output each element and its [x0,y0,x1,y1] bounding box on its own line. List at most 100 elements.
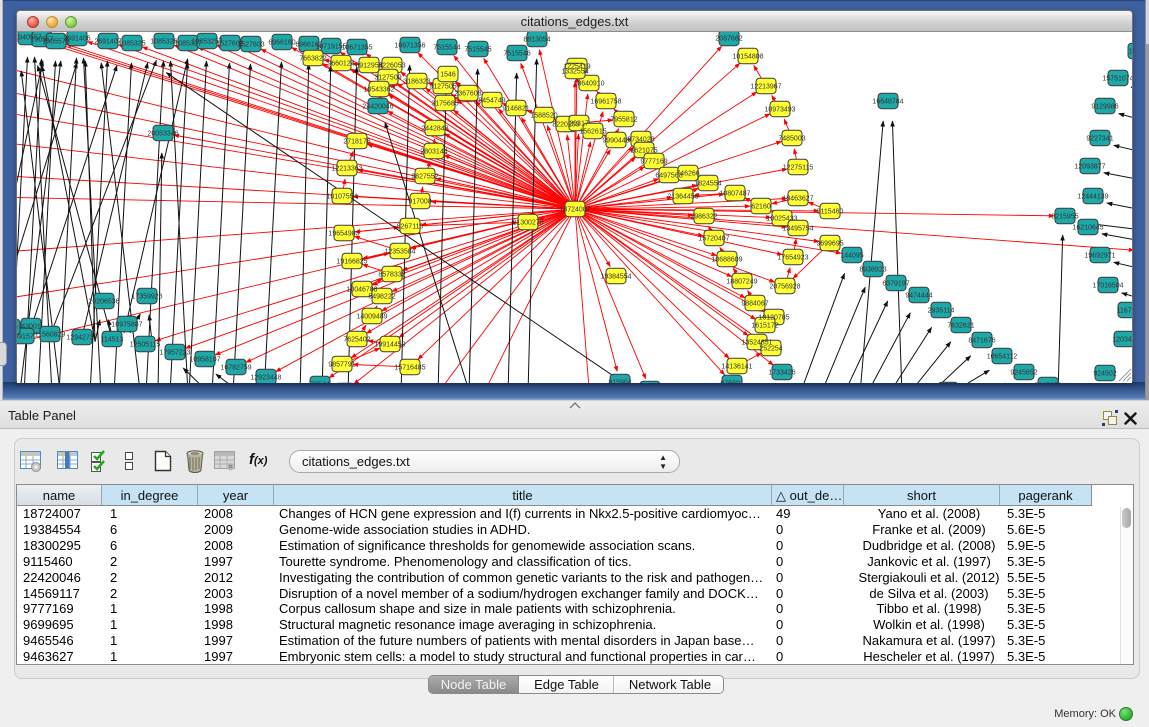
svg-text:24420046: 24420046 [362,104,393,111]
svg-text:18724007: 18724007 [559,207,590,214]
svg-text:10671356: 10671356 [394,43,425,50]
svg-text:3186323: 3186323 [403,79,430,86]
svg-text:8454749: 8454749 [478,98,505,105]
svg-text:252254: 252254 [759,346,782,353]
svg-text:8578332: 8578332 [378,272,405,279]
svg-text:7625402: 7625402 [343,337,370,344]
svg-text:8813054: 8813054 [523,37,550,44]
svg-text:1824554: 1824554 [694,181,721,188]
svg-text:10671355: 10671355 [341,45,372,52]
svg-text:1615172: 1615172 [751,323,778,330]
svg-text:8215955: 8215955 [1051,214,1078,221]
svg-text:12942737: 12942737 [66,335,97,342]
svg-text:20317: 20317 [569,121,589,128]
svg-text:9990448: 9990448 [602,138,629,145]
svg-text:9474444: 9474444 [905,293,932,300]
svg-text:10973493: 10973493 [764,107,795,114]
svg-text:10807487: 10807487 [719,191,750,198]
svg-text:12275115: 12275115 [783,165,814,172]
svg-text:39157: 39157 [17,334,34,341]
svg-text:6966160: 6966160 [268,40,295,47]
svg-text:10958107: 10958107 [189,357,220,364]
svg-text:10154808: 10154808 [732,54,763,61]
svg-text:16782759: 16782759 [220,365,251,372]
svg-text:20756928: 20756928 [769,284,800,291]
svg-text:10688609: 10688609 [711,257,742,264]
svg-text:1588520: 1588520 [530,113,557,120]
svg-text:8267110: 8267110 [397,224,424,231]
svg-text:19463627: 19463627 [782,196,813,203]
svg-text:11560829: 11560829 [35,332,66,339]
svg-text:10654112: 10654112 [987,354,1018,361]
svg-text:10120785: 10120785 [758,315,789,322]
svg-text:9660124: 9660124 [327,61,354,68]
svg-text:12213363: 12213363 [331,166,362,173]
svg-text:13495754: 13495754 [782,226,813,233]
svg-text:17957223: 17957223 [159,350,190,357]
svg-text:10975887: 10975887 [111,322,142,329]
svg-text:2087682: 2087682 [715,36,742,43]
svg-text:114513: 114513 [101,337,124,344]
svg-text:9699695: 9699695 [816,241,843,248]
svg-text:12353584: 12353584 [384,249,415,256]
svg-text:12093877: 12093877 [1074,164,1105,171]
svg-text:815904: 815904 [608,380,631,384]
svg-text:9127505: 9127505 [429,84,456,91]
svg-text:10046788: 10046788 [346,287,377,294]
svg-text:2691406: 2691406 [63,36,90,43]
svg-text:746266: 746266 [676,171,699,178]
svg-text:19692971: 19692971 [1084,253,1115,260]
svg-text:12444139: 12444139 [1077,194,1108,201]
svg-text:1332554: 1332554 [561,69,588,76]
svg-text:9857791: 9857791 [328,362,355,369]
svg-text:3127509: 3127509 [374,75,401,82]
svg-text:16961758: 16961758 [590,99,621,106]
svg-text:15720407: 15720407 [698,236,729,243]
svg-text:20206536: 20206536 [88,299,119,306]
svg-text:10107554: 10107554 [326,194,357,201]
svg-text:2803144: 2803144 [420,149,447,156]
svg-text:43001: 43001 [21,324,41,331]
svg-text:3175685: 3175685 [431,101,458,108]
svg-text:144095: 144095 [840,253,863,260]
svg-text:62160: 62160 [751,204,771,211]
svg-text:17654923: 17654923 [777,255,808,262]
svg-text:1527603: 1527603 [237,42,264,49]
svg-text:16210645: 16210645 [1072,225,1103,232]
svg-text:7515544: 7515544 [433,45,460,52]
svg-text:14009489: 14009489 [356,314,387,321]
svg-text:9115460: 9115460 [817,209,844,216]
svg-text:17359928: 17359928 [131,294,162,301]
svg-text:5498222: 5498222 [368,294,395,301]
svg-text:5226053: 5226053 [378,63,405,70]
svg-text:18640910: 18640910 [573,81,604,88]
svg-text:1562615: 1562615 [579,129,606,136]
svg-text:21300275: 21300275 [512,220,543,227]
svg-text:9129986: 9129986 [1091,104,1118,111]
svg-text:10543362: 10543362 [363,87,394,94]
svg-text:924502: 924502 [1093,371,1116,378]
svg-text:9827552: 9827552 [411,174,438,181]
svg-text:975901: 975901 [720,381,743,384]
svg-text:12505115: 12505115 [130,342,161,349]
svg-text:12923448: 12923448 [250,375,281,382]
svg-text:917008: 917008 [408,199,431,206]
svg-text:116753: 116753 [1117,308,1132,315]
svg-text:10025433: 10025433 [766,216,797,223]
svg-text:9146821: 9146821 [502,106,529,113]
svg-text:12213967: 12213967 [750,84,781,91]
svg-text:9227341: 9227341 [1086,136,1113,143]
svg-text:7485003: 7485003 [778,136,805,143]
svg-text:19384554: 19384554 [600,274,631,281]
svg-text:20053346: 20053346 [147,131,178,138]
svg-text:72544: 72544 [310,382,330,384]
svg-text:120345: 120345 [1112,337,1132,344]
svg-text:7632621: 7632621 [947,323,974,330]
svg-text:9245653: 9245653 [1034,383,1061,384]
svg-text:19654983: 19654983 [328,231,359,238]
svg-text:11172: 11172 [1129,49,1132,56]
svg-text:9884067: 9884067 [741,301,768,308]
svg-text:1546: 1546 [440,72,456,79]
svg-text:2986322: 2986322 [690,214,717,221]
svg-text:2718176: 2718176 [343,139,370,146]
